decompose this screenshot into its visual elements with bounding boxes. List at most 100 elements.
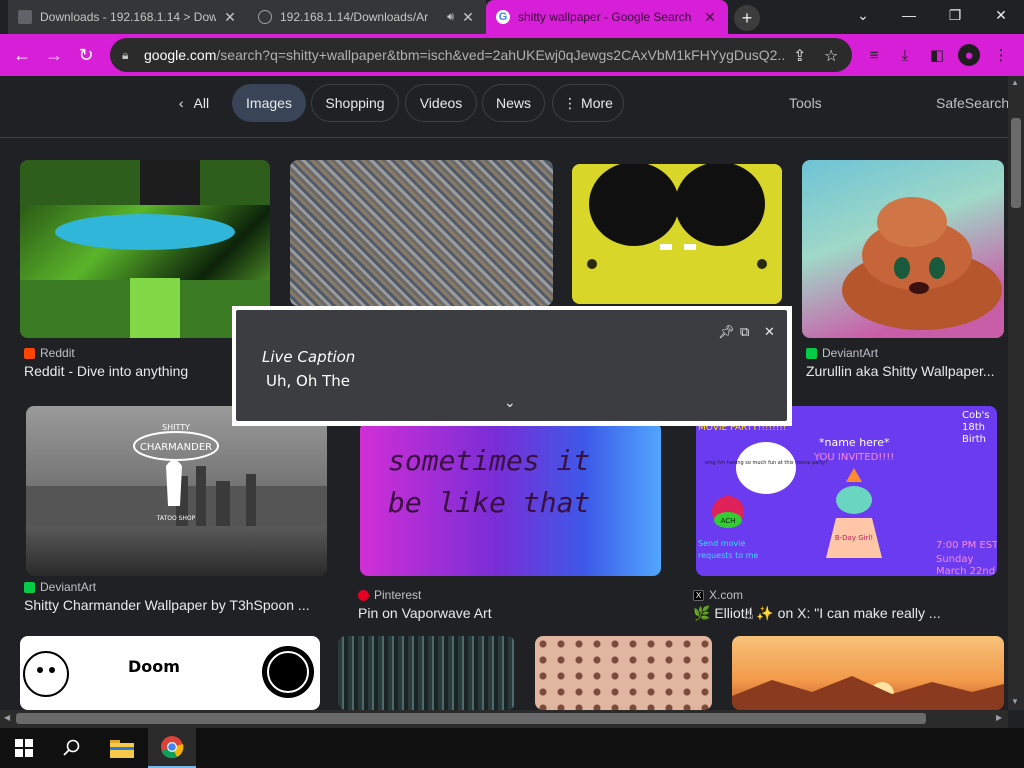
menu-kebab-icon[interactable]: ⋮ (990, 44, 1012, 66)
profile-avatar-icon[interactable]: ● (958, 44, 980, 66)
chip-videos[interactable]: Videos (405, 84, 477, 122)
result-source[interactable]: Reddit (24, 346, 75, 360)
chip-shopping[interactable]: Shopping (311, 84, 399, 122)
image-text: omg I'm having so much fun at this movie… (705, 460, 828, 466)
x-logo-icon: X (693, 589, 704, 601)
result-image-vaporwave[interactable]: sometimes it be like that (360, 422, 661, 576)
result-image-mosaic[interactable] (290, 160, 553, 306)
result-image-yellow-bear[interactable] (572, 164, 782, 304)
image-text: 7:00 PM EST (936, 540, 997, 551)
tab-title: Downloads - 192.168.1.14 > Dow (40, 10, 216, 24)
close-tab-icon[interactable]: ✕ (460, 9, 476, 26)
deviantart-icon (806, 347, 817, 359)
result-source[interactable]: Pinterest (358, 588, 421, 602)
url-text[interactable]: google.com/search?q=shitty+wallpaper&tbm… (144, 47, 784, 63)
horizontal-scroll-thumb[interactable] (16, 713, 926, 724)
chip-news[interactable]: News (482, 84, 545, 122)
tab-title: shitty wallpaper - Google Search (518, 10, 692, 24)
download-icon[interactable]: ⤓ (894, 44, 916, 66)
side-panel-icon[interactable]: ◧ (926, 44, 948, 66)
tab-downloads-1[interactable]: Downloads - 192.168.1.14 > Dow ✕ (8, 0, 248, 34)
result-source[interactable]: DeviantArt (24, 580, 96, 594)
chevron-left-icon: ‹ (178, 95, 184, 111)
close-tab-icon[interactable]: ✕ (702, 9, 718, 26)
image-text: Sunday (936, 554, 973, 565)
search-button[interactable] (48, 728, 96, 768)
chevron-down-icon[interactable]: ⌄ (504, 394, 516, 411)
result-title[interactable]: Shitty Charmander Wallpaper by T3hSpoon … (24, 597, 324, 613)
image-text: ACH (721, 517, 736, 525)
source-name: Reddit (40, 346, 75, 360)
charmander-image: SHITTY CHARMANDER TATOO SHOP (26, 423, 327, 526)
vaporwave-image: sometimes it be like that (388, 444, 590, 519)
live-caption-text: Uh, Oh The (266, 372, 351, 390)
chip-more[interactable]: ⋮ More (552, 84, 624, 122)
result-title[interactable]: Zurullin aka Shitty Wallpaper... (806, 363, 1002, 379)
reading-list-icon[interactable]: ≡ (863, 44, 885, 66)
result-title[interactable]: Pin on Vaporwave Art (358, 605, 658, 621)
reload-button[interactable]: ↻ (74, 43, 98, 67)
speaker-icon[interactable]: 🔊︎ (447, 11, 454, 24)
result-source[interactable]: DeviantArt (806, 346, 878, 360)
scroll-left-arrow-icon[interactable]: ◀ (4, 713, 10, 722)
minimize-icon: — (902, 7, 916, 23)
close-icon[interactable]: ✕ (764, 324, 775, 340)
result-image-charmander[interactable]: SHITTY CHARMANDER TATOO SHOP (26, 406, 327, 576)
live-caption-panel: 📌︎ ⧉ ✕ Live Caption Uh, Oh The ⌄ (236, 310, 787, 421)
image-text: March 22nd (936, 566, 995, 576)
safesearch-link[interactable]: SafeSearch (936, 95, 1008, 111)
back-to-all-chip[interactable]: ‹ All (164, 84, 224, 122)
chrome-taskbar-button[interactable] (148, 728, 196, 768)
result-image-dots[interactable] (535, 636, 712, 710)
more-vert-icon: ⋮ (563, 94, 578, 111)
browser-toolbar: ← → ↻ 🔒︎ google.com/search?q=shitty+wall… (0, 34, 1024, 76)
bookmark-star-icon[interactable]: ☆ (824, 46, 838, 66)
tab-search-button[interactable]: ⌄ (840, 0, 886, 30)
result-image-movie-party[interactable]: MOVIE PARTY!!!!!!!! *name here* YOU INVI… (696, 406, 997, 576)
address-bar[interactable]: 🔒︎ google.com/search?q=shitty+wallpaper&… (110, 38, 852, 72)
plus-icon: + (741, 7, 753, 28)
scroll-right-arrow-icon[interactable]: ▶ (996, 713, 1002, 722)
start-button[interactable] (0, 728, 48, 768)
filter-bar: ‹ All Images Shopping Videos News ⋮ More… (0, 76, 1008, 138)
tools-link[interactable]: Tools (789, 95, 822, 111)
live-caption-window: 📌︎ ⧉ ✕ Live Caption Uh, Oh The ⌄ (232, 306, 792, 426)
forward-button[interactable]: → (42, 43, 66, 67)
poop-image (842, 197, 1002, 330)
new-tab-button[interactable]: + (734, 5, 760, 31)
google-icon: G (496, 10, 510, 24)
share-icon[interactable]: ⇪ (793, 46, 806, 66)
maximize-button[interactable]: ❐ (932, 0, 978, 30)
minimize-button[interactable]: — (886, 0, 932, 30)
result-image-sunset[interactable] (732, 636, 1004, 710)
result-image-glitch[interactable] (338, 636, 515, 710)
close-window-button[interactable]: ✕ (978, 0, 1024, 30)
back-button[interactable]: ← (10, 43, 34, 67)
result-source[interactable]: X X.com (693, 588, 743, 602)
arrow-left-icon: ← (13, 44, 31, 65)
vertical-scroll-thumb[interactable] (1011, 118, 1021, 208)
close-tab-icon[interactable]: ✕ (222, 9, 238, 26)
source-name: X.com (709, 588, 744, 602)
windows-taskbar (0, 728, 1024, 768)
result-image-doom-logos[interactable]: Doom (20, 636, 320, 710)
image-text: 18th (962, 422, 985, 433)
expand-icon[interactable]: ⧉ (740, 324, 749, 340)
pin-icon[interactable]: 📌︎ (718, 324, 735, 340)
chip-label: News (495, 95, 531, 111)
chip-images[interactable]: Images (232, 84, 306, 122)
image-text: requests to me (698, 551, 758, 560)
scroll-down-arrow-icon[interactable]: ▼ (1011, 697, 1019, 706)
chip-label: All (193, 95, 210, 111)
file-explorer-button[interactable] (98, 728, 146, 768)
chip-label: More (581, 95, 613, 111)
result-image-poop[interactable] (802, 160, 1004, 338)
sunset-image (732, 676, 1004, 710)
result-title[interactable]: 🌿 Elliot!! ✨ on X: "I can make really ..… (693, 605, 993, 622)
image-text: SHITTY (162, 423, 190, 432)
deviantart-icon (24, 581, 35, 593)
source-name: Pinterest (374, 588, 422, 602)
scroll-up-arrow-icon[interactable]: ▲ (1011, 78, 1019, 87)
tab-google-search[interactable]: G shitty wallpaper - Google Search ✕ (486, 0, 728, 34)
tab-downloads-2[interactable]: 192.168.1.14/Downloads/Ar 🔊︎ ✕ (248, 0, 486, 34)
